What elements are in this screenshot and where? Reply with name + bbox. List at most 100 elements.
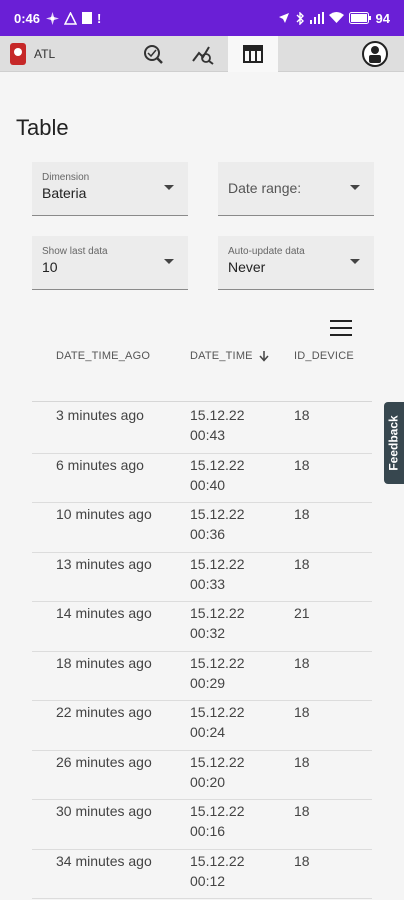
header-id-device[interactable]: ID_DEVICE <box>294 350 354 362</box>
cell-datetime: 15.12.22 00:32 <box>190 603 270 643</box>
cell-datetime: 15.12.22 00:12 <box>190 851 270 891</box>
cell-date: 15.12.22 <box>190 704 245 720</box>
cell-ago: 26 minutes ago <box>56 753 152 770</box>
cell-time: 00:16 <box>190 823 226 839</box>
search-map-icon <box>144 45 163 64</box>
location-arrow-icon <box>278 13 289 23</box>
signal-icon <box>309 12 324 24</box>
dimension-value: Bateria <box>42 185 87 201</box>
table-body: 3 minutes ago 15.12.22 00:43 18 6 minutes… <box>32 404 372 899</box>
cell-ago: 18 minutes ago <box>56 654 152 671</box>
cell-id: 18 <box>294 852 310 869</box>
cell-date: 15.12.22 <box>190 456 245 473</box>
show-last-label: Show last data <box>42 246 108 257</box>
user-avatar[interactable] <box>362 41 388 67</box>
cell-date: 15.12.22 <box>190 506 245 522</box>
auto-update-select[interactable]: Auto-update data Never <box>218 236 374 290</box>
fan-icon <box>46 11 60 25</box>
cell-date: 15.12.22 <box>190 407 245 423</box>
table-row[interactable]: 30 minutes ago 15.12.22 00:16 18 <box>32 800 372 850</box>
table-row[interactable]: 3 minutes ago 15.12.22 00:43 18 <box>32 404 372 454</box>
cell-ago: 3 minutes ago <box>56 407 144 423</box>
cell-datetime: 15.12.22 00:20 <box>190 752 270 792</box>
date-range-label: Date range: <box>228 180 302 196</box>
battery-percent: 94 <box>375 10 390 26</box>
menu-icon <box>330 320 352 322</box>
table-row[interactable]: 34 minutes ago 15.12.22 00:12 18 <box>32 850 372 899</box>
bluetooth-icon <box>296 11 304 25</box>
cell-ago: 6 minutes ago <box>56 456 144 473</box>
cell-datetime: 15.12.22 00:43 <box>190 405 270 445</box>
cell-ago: 14 minutes ago <box>56 605 152 621</box>
cell-time: 00:32 <box>190 625 226 641</box>
tab-table[interactable] <box>228 36 278 72</box>
status-system-icons: 94 <box>278 11 390 26</box>
cell-time: 00:20 <box>190 773 226 790</box>
app-bar: ATL <box>0 36 404 72</box>
status-bar: 0:46 ! 94 <box>0 0 404 36</box>
page-title: Table <box>16 115 69 140</box>
dimension-select[interactable]: Dimension Bateria <box>32 162 188 216</box>
cell-id: 18 <box>294 654 310 671</box>
cell-datetime: 15.12.22 00:33 <box>190 554 270 594</box>
wifi-icon <box>328 12 344 23</box>
table-row[interactable]: 26 minutes ago 15.12.22 00:20 18 <box>32 751 372 800</box>
cell-datetime: 15.12.22 00:40 <box>190 455 270 495</box>
cell-id: 18 <box>294 803 310 819</box>
table-row[interactable]: 22 minutes ago 15.12.22 00:24 18 <box>32 701 372 751</box>
status-notification-icons: ! <box>46 11 101 26</box>
feedback-tab[interactable]: Feedback <box>384 402 404 484</box>
table-row[interactable]: 13 minutes ago 15.12.22 00:33 18 <box>32 553 372 602</box>
table-row[interactable]: 14 minutes ago 15.12.22 00:32 21 <box>32 602 372 652</box>
table-header: DATE_TIME_AGO DATE_TIME ID_DEVICE <box>32 338 372 402</box>
warning-icon <box>64 11 78 25</box>
cell-datetime: 15.12.22 00:24 <box>190 702 270 742</box>
arrow-down-icon <box>259 351 269 362</box>
cell-date: 15.12.22 <box>190 852 245 869</box>
cell-id: 18 <box>294 456 310 473</box>
cell-datetime: 15.12.22 00:36 <box>190 504 270 544</box>
logo-icon <box>10 42 26 65</box>
auto-update-value: Never <box>228 259 266 275</box>
header-label: ID_DEVICE <box>294 350 354 362</box>
cell-ago: 34 minutes ago <box>56 852 152 869</box>
square-icon <box>82 12 93 24</box>
feedback-label: Feedback <box>387 415 402 471</box>
cell-id: 18 <box>294 753 310 770</box>
app-logo[interactable]: ATL <box>10 42 56 65</box>
table-row[interactable]: 10 minutes ago 15.12.22 00:36 18 <box>32 503 372 553</box>
cell-id: 18 <box>294 704 310 720</box>
cell-datetime: 15.12.22 00:16 <box>190 801 270 841</box>
cell-date: 15.12.22 <box>190 753 245 770</box>
exclamation-icon: ! <box>97 10 102 26</box>
battery-icon <box>348 12 371 24</box>
cell-id: 18 <box>294 555 310 572</box>
tab-search-map[interactable] <box>128 36 178 72</box>
header-date-time[interactable]: DATE_TIME <box>190 350 269 362</box>
cell-datetime: 15.12.22 00:29 <box>190 653 270 693</box>
cell-id: 18 <box>294 407 310 423</box>
cell-date: 15.12.22 <box>190 605 245 621</box>
cell-time: 00:33 <box>190 575 226 592</box>
table-icon <box>243 45 263 63</box>
dimension-label: Dimension <box>42 172 90 183</box>
header-date-time-ago[interactable]: DATE_TIME_AGO <box>56 350 150 362</box>
cell-ago: 22 minutes ago <box>56 704 152 720</box>
date-range-select[interactable]: Date range: <box>218 162 374 216</box>
chevron-down-icon <box>350 259 360 264</box>
app-name: ATL <box>34 46 56 61</box>
status-time: 0:46 <box>14 10 41 26</box>
chevron-down-icon <box>164 185 174 190</box>
show-last-select[interactable]: Show last data 10 <box>32 236 188 290</box>
cell-ago: 30 minutes ago <box>56 803 152 819</box>
cell-time: 00:24 <box>190 724 226 740</box>
table-row[interactable]: 18 minutes ago 15.12.22 00:29 18 <box>32 652 372 701</box>
table-row[interactable]: 6 minutes ago 15.12.22 00:40 18 <box>32 454 372 503</box>
cell-id: 21 <box>294 605 310 621</box>
cell-time: 00:36 <box>190 526 226 542</box>
cell-id: 18 <box>294 506 310 522</box>
column-menu-button[interactable] <box>330 320 352 336</box>
tab-chart[interactable] <box>178 36 228 72</box>
cell-date: 15.12.22 <box>190 654 245 671</box>
auto-update-label: Auto-update data <box>228 246 305 257</box>
